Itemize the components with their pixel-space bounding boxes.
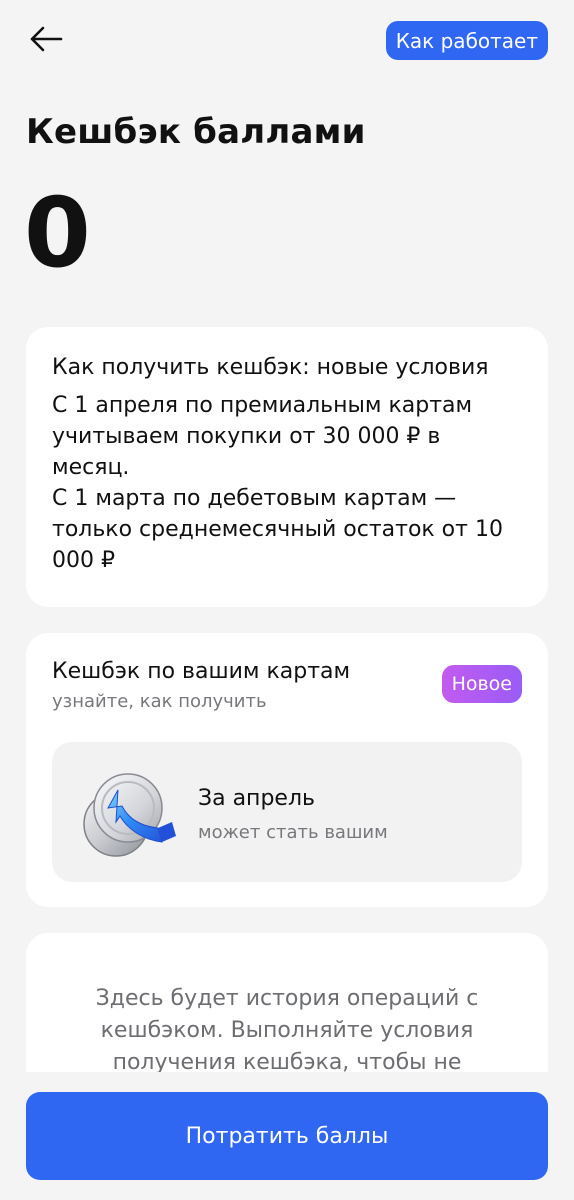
back-button[interactable] — [26, 24, 66, 58]
april-subtitle: может стать вашим — [198, 822, 388, 843]
conditions-title: Как получить кешбэк: новые условия — [52, 355, 489, 380]
coin-cashback-icon — [78, 762, 184, 862]
top-bar: Как работает — [0, 0, 574, 84]
april-title: За апрель — [198, 786, 315, 811]
arrow-left-icon — [29, 26, 63, 56]
bottom-bar: Потратить баллы — [0, 1072, 574, 1200]
history-card: Здесь будет история операций с кешбэком.… — [26, 933, 548, 1073]
how-it-works-button[interactable]: Как работает — [385, 21, 548, 60]
new-badge: Новое — [441, 665, 522, 703]
points-balance: 0 — [24, 177, 91, 289]
conditions-card: Как получить кешбэк: новые условия С 1 а… — [26, 327, 548, 607]
spend-points-button[interactable]: Потратить баллы — [26, 1092, 548, 1180]
page-title: Кешбэк баллами — [26, 112, 366, 152]
april-cashback-tile[interactable]: За апрель может стать вашим — [52, 742, 522, 882]
history-empty-text: Здесь будет история операций с кешбэком.… — [95, 986, 479, 1073]
conditions-text: С 1 апреля по премиальным картам учитыва… — [52, 393, 503, 573]
card-cashback-section: Кешбэк по вашим картам узнайте, как полу… — [26, 633, 548, 907]
